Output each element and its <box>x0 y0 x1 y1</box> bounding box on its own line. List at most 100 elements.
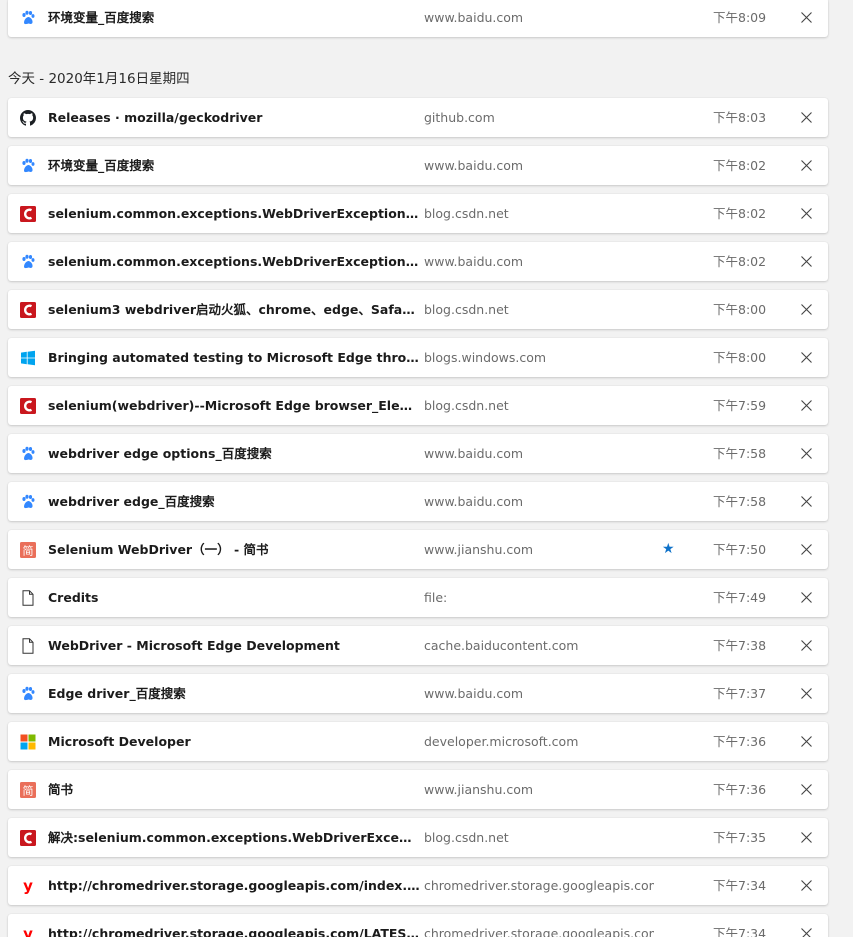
date-heading: 今天 - 2020年1月16日星期四 <box>8 71 190 87</box>
entry-time: 下午7:37 <box>713 686 767 701</box>
csdn-icon <box>19 301 36 318</box>
baidu-paw-icon <box>19 253 36 270</box>
entry-time: 下午8:00 <box>713 302 767 317</box>
close-icon[interactable] <box>798 493 815 510</box>
entry-domain: www.baidu.com <box>424 446 524 461</box>
csdn-icon <box>19 205 36 222</box>
history-entry[interactable]: 环境变量_百度搜索 www.baidu.com 下午8:09 <box>8 0 828 37</box>
close-icon[interactable] <box>798 397 815 414</box>
yandex-glyph: y <box>23 926 33 937</box>
history-entry[interactable]: WebDriver - Microsoft Edge Development c… <box>8 626 828 665</box>
history-entry[interactable]: selenium(webdriver)--Microsoft Edge brow… <box>8 386 828 425</box>
history-entry[interactable]: Bringing automated testing to Microsoft … <box>8 338 828 377</box>
history-entry[interactable]: Credits file: 下午7:49 <box>8 578 828 617</box>
entry-title[interactable]: Selenium WebDriver（一） - 简书 <box>48 530 420 569</box>
entry-time: 下午7:58 <box>713 446 767 461</box>
close-icon[interactable] <box>798 781 815 798</box>
close-icon[interactable] <box>798 925 815 937</box>
csdn-icon <box>19 397 36 414</box>
history-entry[interactable]: webdriver edge_百度搜索 www.baidu.com 下午7:58 <box>8 482 828 521</box>
entry-title[interactable]: webdriver edge options_百度搜索 <box>48 434 420 473</box>
csdn-icon <box>19 829 36 846</box>
entry-title[interactable]: webdriver edge_百度搜索 <box>48 482 420 521</box>
entry-time: 下午7:49 <box>713 590 767 605</box>
close-icon[interactable] <box>798 829 815 846</box>
entry-domain: www.baidu.com <box>424 494 524 509</box>
baidu-paw-icon <box>19 685 36 702</box>
history-entry[interactable]: 简 简书 www.jianshu.com 下午7:36 <box>8 770 828 809</box>
close-icon[interactable] <box>798 637 815 654</box>
entry-domain: www.baidu.com <box>424 254 524 269</box>
history-entry[interactable]: 环境变量_百度搜索 www.baidu.com 下午8:02 <box>8 146 828 185</box>
entry-title[interactable]: Edge driver_百度搜索 <box>48 674 420 713</box>
history-entry[interactable]: Edge driver_百度搜索 www.baidu.com 下午7:37 <box>8 674 828 713</box>
entry-title[interactable]: Credits <box>48 578 420 617</box>
entry-title[interactable]: selenium(webdriver)--Microsoft Edge brow… <box>48 386 420 425</box>
file-icon <box>19 637 36 654</box>
entry-domain: www.jianshu.com <box>424 782 534 797</box>
close-icon[interactable] <box>798 9 815 26</box>
close-icon[interactable] <box>798 445 815 462</box>
entry-title[interactable]: Bringing automated testing to Microsoft … <box>48 338 420 377</box>
entry-domain: www.baidu.com <box>424 686 524 701</box>
close-icon[interactable] <box>798 541 815 558</box>
microsoft-icon <box>19 733 36 750</box>
entry-title[interactable]: 解决:selenium.common.exceptions.WebDriverE… <box>48 818 420 857</box>
history-entry[interactable]: Microsoft Developer developer.microsoft.… <box>8 722 828 761</box>
entry-time: 下午8:02 <box>713 254 767 269</box>
entry-time: 下午7:38 <box>713 638 767 653</box>
entry-domain: blogs.windows.com <box>424 350 547 365</box>
close-icon[interactable] <box>798 301 815 318</box>
history-entry[interactable]: selenium.common.exceptions.WebDriverExce… <box>8 242 828 281</box>
entry-domain: blog.csdn.net <box>424 398 509 413</box>
entry-time: 下午7:34 <box>713 878 767 893</box>
entry-time: 下午7:35 <box>713 830 767 845</box>
baidu-paw-icon <box>19 493 36 510</box>
yandex-icon: y <box>19 925 36 937</box>
history-entry[interactable]: selenium3 webdriver启动火狐、chrome、edge、Safa… <box>8 290 828 329</box>
baidu-paw-icon <box>19 445 36 462</box>
history-entry[interactable]: y http://chromedriver.storage.googleapis… <box>8 914 828 937</box>
history-entry[interactable]: 简 Selenium WebDriver（一） - 简书 www.jianshu… <box>8 530 828 569</box>
history-entry[interactable]: Releases · mozilla/geckodriver github.co… <box>8 98 828 137</box>
entry-title[interactable]: Releases · mozilla/geckodriver <box>48 98 420 137</box>
entry-title[interactable]: http://chromedriver.storage.googleapis.c… <box>48 866 420 905</box>
close-icon[interactable] <box>798 253 815 270</box>
baidu-paw-icon <box>19 157 36 174</box>
entry-title[interactable]: 简书 <box>48 770 420 809</box>
close-icon[interactable] <box>798 109 815 126</box>
close-icon[interactable] <box>798 205 815 222</box>
entry-title[interactable]: Microsoft Developer <box>48 722 420 761</box>
jianshu-glyph: 简 <box>22 783 33 797</box>
history-entry[interactable]: y http://chromedriver.storage.googleapis… <box>8 866 828 905</box>
entry-time: 下午8:00 <box>713 350 767 365</box>
entry-time: 下午8:09 <box>713 10 767 25</box>
entry-time: 下午8:02 <box>713 206 767 221</box>
entry-time: 下午7:59 <box>713 398 767 413</box>
entry-domain: blog.csdn.net <box>424 206 509 221</box>
close-icon[interactable] <box>798 733 815 750</box>
entry-time: 下午7:36 <box>713 782 767 797</box>
entry-domain: blog.csdn.net <box>424 302 509 317</box>
history-entry[interactable]: 解决:selenium.common.exceptions.WebDriverE… <box>8 818 828 857</box>
entry-title[interactable]: selenium3 webdriver启动火狐、chrome、edge、Safa… <box>48 290 420 329</box>
entry-title[interactable]: WebDriver - Microsoft Edge Development <box>48 626 420 665</box>
close-icon[interactable] <box>798 685 815 702</box>
entry-domain: blog.csdn.net <box>424 830 509 845</box>
close-icon[interactable] <box>798 349 815 366</box>
entry-title[interactable]: 环境变量_百度搜索 <box>48 0 420 37</box>
close-icon[interactable] <box>798 877 815 894</box>
entry-title[interactable]: http://chromedriver.storage.googleapis.c… <box>48 914 420 937</box>
entry-time: 下午7:50 <box>713 542 767 557</box>
entry-title[interactable]: selenium.common.exceptions.WebDriverExce… <box>48 194 420 233</box>
close-icon[interactable] <box>798 589 815 606</box>
entry-domain: file: <box>424 590 448 605</box>
history-entry[interactable]: webdriver edge options_百度搜索 www.baidu.co… <box>8 434 828 473</box>
history-entry[interactable]: selenium.common.exceptions.WebDriverExce… <box>8 194 828 233</box>
entry-title[interactable]: 环境变量_百度搜索 <box>48 146 420 185</box>
entry-title[interactable]: selenium.common.exceptions.WebDriverExce… <box>48 242 420 281</box>
entry-time: 下午7:34 <box>713 926 767 937</box>
jianshu-icon: 简 <box>19 541 36 558</box>
favorite-star-icon[interactable]: ★ <box>662 530 675 569</box>
close-icon[interactable] <box>798 157 815 174</box>
